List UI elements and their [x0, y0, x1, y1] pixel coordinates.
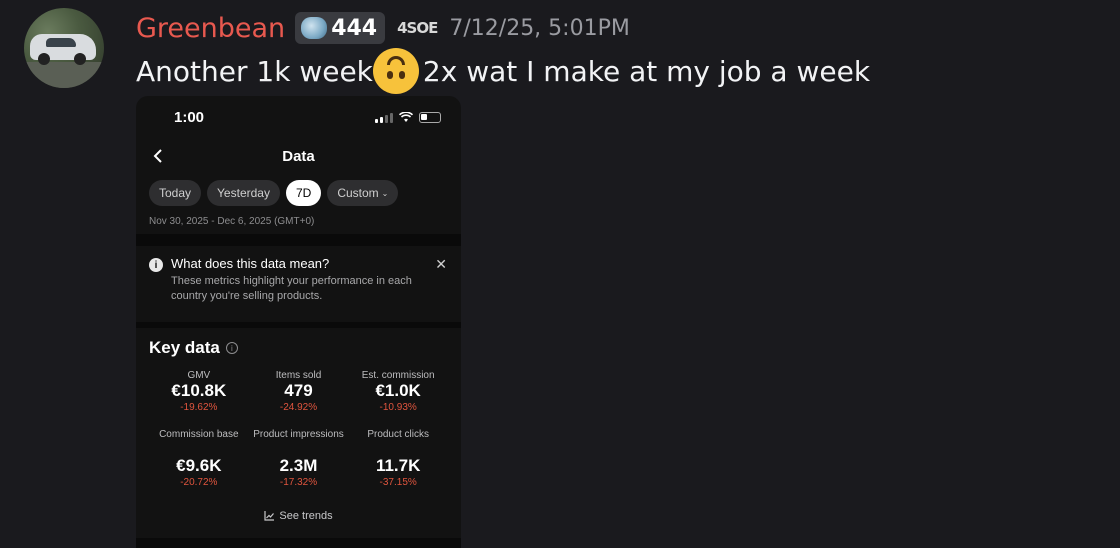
signal-icon — [375, 112, 393, 123]
date-filter-chips: Today Yesterday 7D Custom ⌄ — [136, 180, 461, 206]
date-range: Nov 30, 2025 - Dec 6, 2025 (GMT+0) — [149, 216, 315, 227]
attached-screenshot[interactable]: 1:00 Data Today Yesterday 7D Custom ⌄ Nov… — [136, 96, 461, 548]
info-banner: i What does this data mean? These metric… — [136, 246, 461, 322]
metric-est-commission: Est. commission €1.0K -10.93% — [348, 370, 448, 413]
back-chevron-icon[interactable] — [148, 146, 168, 166]
metric-change: -37.15% — [379, 477, 417, 488]
metric-value: €1.0K — [375, 381, 421, 400]
metric-value: 11.7K — [375, 456, 421, 475]
metric-change: -10.93% — [379, 402, 417, 413]
metric-change: -24.92% — [279, 402, 318, 413]
user-avatar[interactable] — [24, 8, 104, 88]
trend-chart-icon — [264, 511, 275, 521]
metrics-row: GMV €10.8K -19.62% Items sold 479 -24.92… — [149, 370, 448, 413]
role-badge-count: 444 — [331, 15, 378, 41]
filter-7d[interactable]: 7D — [285, 180, 322, 206]
clan-tag[interactable]: 4SOE — [397, 19, 438, 37]
metric-product-impressions: Product impressions 2.3M -17.32% — [249, 429, 349, 488]
filter-custom-label: Custom — [337, 186, 379, 200]
filter-yesterday[interactable]: Yesterday — [207, 180, 280, 206]
message-text-after: 2x wat I make at my job a week — [422, 54, 871, 88]
key-data-title: Key data — [149, 338, 220, 357]
metric-product-clicks: Product clicks 11.7K -37.15% — [348, 429, 448, 488]
see-trends-label: See trends — [279, 510, 333, 522]
metric-commission-base: Commission base €9.6K -20.72% — [149, 429, 249, 488]
page-title: Data — [282, 147, 315, 165]
metric-label: Product impressions — [253, 429, 344, 440]
see-trends-link[interactable]: See trends — [149, 510, 448, 522]
wifi-icon — [399, 111, 413, 122]
metric-value: €10.8K — [171, 381, 227, 400]
phone-nav-bar: Data — [136, 138, 461, 174]
battery-icon — [419, 111, 441, 123]
metric-value: €9.6K — [176, 456, 222, 475]
filter-custom[interactable]: Custom ⌄ — [327, 180, 399, 206]
avatar-car-image — [30, 34, 96, 65]
role-badge[interactable]: 444 — [295, 12, 386, 44]
metric-gmv: GMV €10.8K -19.62% — [149, 370, 249, 413]
metric-items-sold: Items sold 479 -24.92% — [249, 370, 349, 413]
key-data-heading: Key data i — [149, 328, 448, 368]
chevron-down-icon: ⌄ — [381, 188, 389, 198]
metric-label: Product clicks — [367, 429, 429, 440]
cloud-icon — [301, 17, 328, 39]
info-icon: i — [149, 258, 163, 272]
metrics-row: Commission base €9.6K -20.72% Product im… — [149, 429, 448, 488]
metric-change: -17.32% — [279, 477, 318, 488]
status-time: 1:00 — [174, 108, 205, 126]
message-timestamp: 7/12/25, 5:01PM — [449, 15, 630, 41]
message-header: Greenbean 444 4SOE 7/12/25, 5:01PM — [136, 10, 630, 46]
username[interactable]: Greenbean — [136, 13, 285, 44]
metric-value: 2.3M — [279, 456, 318, 475]
message-text: Another 1k week 2x wat I make at my job … — [136, 48, 871, 94]
metric-change: -19.62% — [180, 402, 218, 413]
metric-label: Commission base — [159, 429, 239, 440]
filter-today[interactable]: Today — [149, 180, 202, 206]
help-icon[interactable]: i — [225, 342, 238, 354]
metric-change: -20.72% — [180, 477, 218, 488]
key-data-card: Key data i GMV €10.8K -19.62% Items sold… — [136, 328, 461, 522]
upside-down-face-emoji-icon — [372, 48, 419, 94]
metric-value: 479 — [284, 381, 313, 400]
section-divider — [136, 538, 461, 548]
section-divider — [136, 234, 461, 246]
info-title: What does this data mean? — [171, 256, 330, 271]
phone-status-bar: 1:00 — [136, 96, 461, 138]
info-text: These metrics highlight your performance… — [171, 275, 412, 302]
close-icon[interactable]: ✕ — [435, 256, 447, 273]
avatar-ground — [24, 62, 104, 88]
message-text-before: Another 1k week — [136, 54, 373, 88]
